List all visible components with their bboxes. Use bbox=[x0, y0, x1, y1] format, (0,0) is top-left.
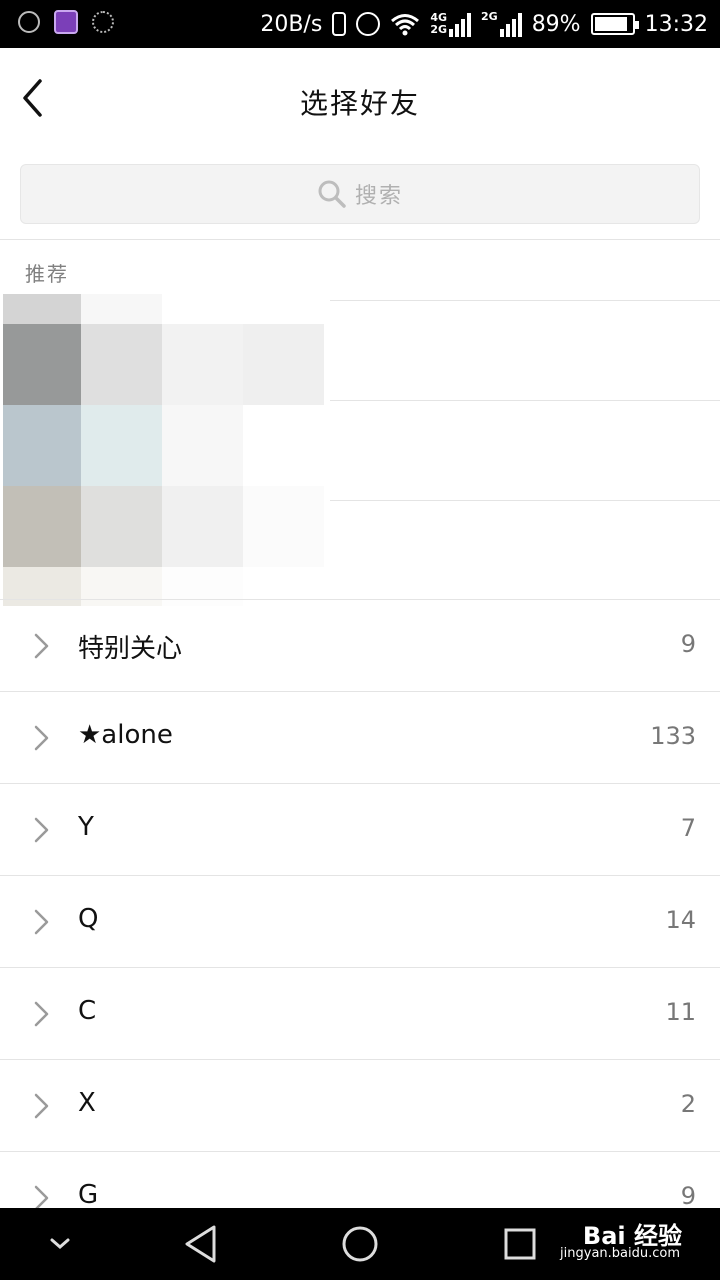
group-name: C bbox=[78, 996, 97, 1026]
square-recents-icon bbox=[504, 1228, 536, 1260]
vibrate-icon bbox=[332, 12, 347, 36]
group-name: 特别关心 bbox=[78, 634, 183, 664]
redacted-avatars-mosaic bbox=[3, 294, 327, 606]
nav-back-button[interactable] bbox=[178, 1222, 222, 1266]
wifi-icon bbox=[391, 14, 420, 36]
battery-icon bbox=[590, 13, 639, 35]
signal-2: 2G bbox=[481, 11, 522, 37]
chevron-right-icon bbox=[34, 1001, 49, 1027]
chevron-right-icon bbox=[34, 909, 49, 935]
notification-icon bbox=[18, 11, 40, 33]
group-count: 9 bbox=[680, 1182, 696, 1210]
friend-group-row[interactable]: Q 14 bbox=[0, 876, 720, 968]
signal-bars-icon bbox=[499, 11, 522, 37]
navigation-bar: Bai 经验 jingyan.baidu.com bbox=[0, 1208, 720, 1280]
fingerprint-icon bbox=[92, 11, 114, 33]
group-count: 9 bbox=[680, 630, 696, 658]
alarm-icon bbox=[356, 12, 381, 36]
chevron-right-icon bbox=[34, 1093, 49, 1119]
chevron-right-icon bbox=[34, 817, 49, 843]
circle-home-icon bbox=[342, 1226, 378, 1262]
friend-group-row[interactable]: Y7 bbox=[0, 784, 720, 876]
baidu-watermark-url: jingyan.baidu.com bbox=[560, 1246, 680, 1261]
hide-nav-button[interactable] bbox=[38, 1222, 82, 1266]
friend-group-row[interactable]: C 11 bbox=[0, 968, 720, 1060]
nav-recents-button[interactable] bbox=[498, 1222, 542, 1266]
signal-2-label: 2G bbox=[481, 10, 498, 23]
section-label-recommended: 推荐 bbox=[25, 262, 69, 286]
group-count: 133 bbox=[650, 722, 696, 750]
group-name: G bbox=[78, 1180, 99, 1210]
search-placeholder: 搜索 bbox=[354, 184, 403, 209]
nav-home-button[interactable] bbox=[338, 1222, 382, 1266]
group-count: 2 bbox=[680, 1090, 696, 1118]
chevron-right-icon bbox=[34, 725, 49, 751]
chevron-down-icon bbox=[50, 1238, 70, 1249]
friend-group-row[interactable]: X2 bbox=[0, 1060, 720, 1152]
header: 选择好友 bbox=[0, 48, 720, 152]
signal-bars-icon bbox=[449, 11, 471, 37]
divider bbox=[0, 239, 720, 240]
group-name: X bbox=[78, 1088, 96, 1118]
battery-fill bbox=[594, 17, 627, 31]
group-count: 7 bbox=[680, 814, 696, 842]
friend-group-row[interactable]: ★alone 133 bbox=[0, 692, 720, 784]
search-icon bbox=[318, 180, 346, 208]
net-speed: 20B/s bbox=[260, 11, 323, 37]
signal-1: 4G 2G bbox=[430, 11, 471, 37]
chevron-right-icon bbox=[34, 633, 49, 659]
status-bar: 20B/s 4G 2G 2G 89% 13:32 bbox=[0, 0, 720, 48]
group-count: 14 bbox=[665, 906, 696, 934]
friend-group-row[interactable]: 特别关心 9 bbox=[0, 600, 720, 692]
battery-percent: 89% bbox=[531, 11, 581, 37]
triangle-back-icon bbox=[185, 1225, 216, 1263]
gallery-app-icon bbox=[54, 10, 78, 34]
signal-1-bottom-label: 2G bbox=[430, 23, 447, 36]
search-input[interactable]: 搜索 bbox=[20, 164, 700, 224]
page-title: 选择好友 bbox=[299, 87, 420, 120]
status-indicators: 20B/s 4G 2G 2G 89% 13:32 bbox=[260, 8, 708, 40]
status-notifications bbox=[18, 10, 114, 34]
group-name: Y bbox=[78, 812, 94, 842]
group-name: Q bbox=[78, 904, 99, 934]
clock: 13:32 bbox=[644, 11, 708, 37]
group-name: ★alone bbox=[78, 720, 173, 750]
group-count: 11 bbox=[665, 998, 696, 1026]
